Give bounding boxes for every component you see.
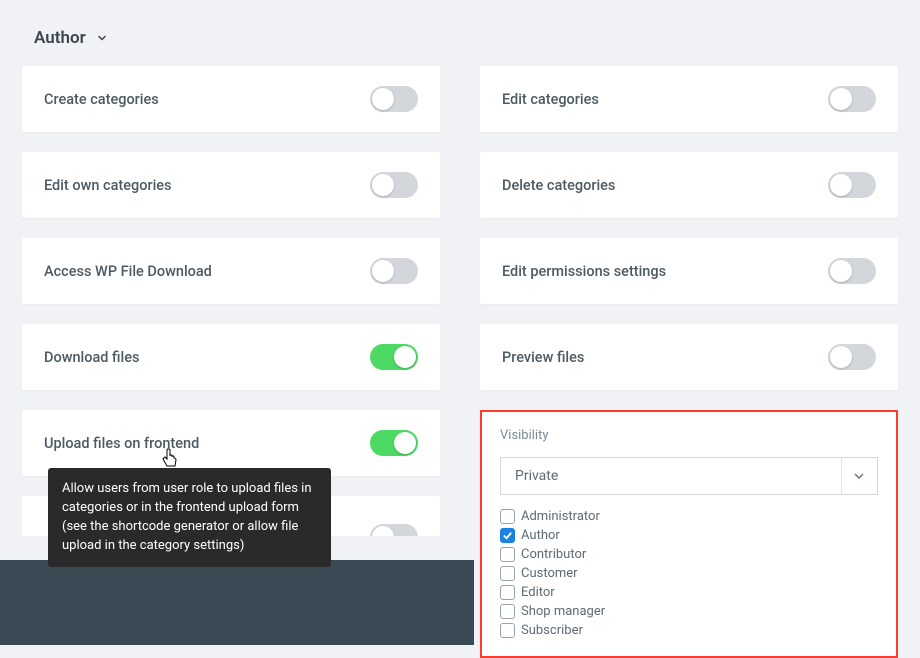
toggle-upload-files-frontend[interactable] [370, 430, 418, 456]
perm-delete-categories: Delete categories [480, 152, 898, 218]
checkbox-customer[interactable] [500, 566, 515, 581]
perm-label: Download files [44, 349, 139, 366]
toggle-download-files[interactable] [370, 344, 418, 370]
role-item-customer[interactable]: Customer [500, 566, 878, 581]
checkbox-administrator[interactable] [500, 509, 515, 524]
role-item-administrator[interactable]: Administrator [500, 509, 878, 524]
role-name: Contributor [521, 547, 586, 562]
role-item-author[interactable]: Author [500, 528, 878, 543]
perm-upload-files-frontend: Upload files on frontend Allow users fro… [22, 410, 440, 476]
toggle-edit-categories[interactable] [828, 86, 876, 112]
perm-preview-files: Preview files [480, 324, 898, 390]
perm-edit-own-categories: Edit own categories [22, 152, 440, 218]
toggle-edit-permissions-settings[interactable] [828, 258, 876, 284]
perm-label: Delete categories [502, 177, 615, 194]
role-item-editor[interactable]: Editor [500, 585, 878, 600]
select-arrow [841, 458, 875, 494]
role-item-contributor[interactable]: Contributor [500, 547, 878, 562]
chevron-down-icon [96, 32, 108, 44]
toggle-create-categories[interactable] [370, 86, 418, 112]
perm-create-categories: Create categories [22, 66, 440, 132]
tooltip-upload-files: Allow users from user role to upload fil… [48, 468, 331, 567]
role-name: Customer [521, 566, 578, 581]
checkbox-contributor[interactable] [500, 547, 515, 562]
perm-download-files: Download files [22, 324, 440, 390]
role-dropdown-header[interactable]: Author [34, 28, 108, 48]
caret-down-icon [854, 473, 864, 479]
visibility-selected-value: Private [515, 468, 558, 484]
checkbox-shop-manager[interactable] [500, 604, 515, 619]
perm-access-wp-file-download: Access WP File Download [22, 238, 440, 304]
perm-label: Edit categories [502, 91, 599, 108]
perm-edit-categories: Edit categories [480, 66, 898, 132]
role-name: Administrator [521, 509, 600, 524]
toggle-delete-categories[interactable] [828, 172, 876, 198]
role-item-subscriber[interactable]: Subscriber [500, 623, 878, 638]
visibility-select[interactable]: Private [500, 457, 878, 495]
role-name: Shop manager [521, 604, 605, 619]
role-label: Author [34, 28, 86, 48]
perm-label: Edit permissions settings [502, 263, 666, 280]
role-name: Subscriber [521, 623, 583, 638]
visibility-title: Visibility [500, 428, 878, 443]
perm-label: Create categories [44, 91, 159, 108]
checkbox-editor[interactable] [500, 585, 515, 600]
role-name: Author [521, 528, 560, 543]
visibility-panel: Visibility Private Administrator [480, 410, 898, 658]
perm-label: Preview files [502, 349, 584, 366]
role-item-shop-manager[interactable]: Shop manager [500, 604, 878, 619]
cursor-pointer-icon [161, 448, 179, 470]
perm-edit-permissions-settings: Edit permissions settings [480, 238, 898, 304]
toggle-access-wp-file-download[interactable] [370, 258, 418, 284]
perm-label: Edit own categories [44, 177, 172, 194]
toggle-partial[interactable] [370, 524, 418, 536]
toggle-edit-own-categories[interactable] [370, 172, 418, 198]
tooltip-text: Allow users from user role to upload fil… [62, 481, 312, 553]
visibility-role-list: Administrator Author Contributor [500, 509, 878, 638]
checkbox-author[interactable] [500, 528, 515, 543]
perm-label: Access WP File Download [44, 263, 212, 280]
role-name: Editor [521, 585, 555, 600]
toggle-preview-files[interactable] [828, 344, 876, 370]
checkbox-subscriber[interactable] [500, 623, 515, 638]
